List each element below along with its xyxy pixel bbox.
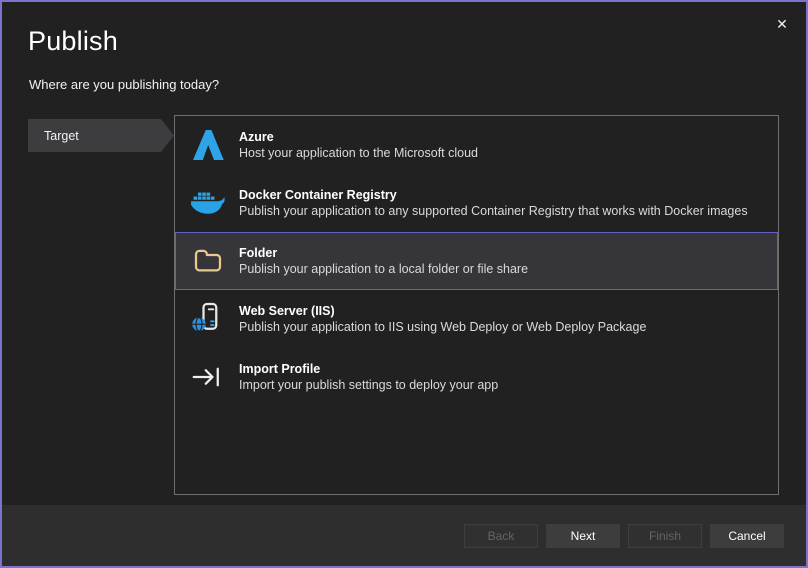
sidebar-item-target[interactable]: Target (28, 119, 174, 152)
target-option-title: Web Server (IIS) (239, 303, 646, 319)
target-option-title: Import Profile (239, 361, 498, 377)
close-icon[interactable]: ✕ (770, 12, 794, 36)
finish-button[interactable]: Finish (628, 524, 702, 548)
target-option-folder[interactable]: Folder Publish your application to a loc… (175, 232, 778, 290)
target-option-description: Publish your application to any supporte… (239, 203, 748, 219)
back-button[interactable]: Back (464, 524, 538, 548)
sidebar-item-label: Target (44, 129, 79, 143)
publish-dialog: ✕ Publish Where are you publishing today… (0, 0, 808, 568)
target-option-docker[interactable]: Docker Container Registry Publish your a… (175, 174, 778, 232)
target-option-import-profile[interactable]: Import Profile Import your publish setti… (175, 348, 778, 406)
target-option-description: Publish your application to a local fold… (239, 261, 528, 277)
target-option-title: Azure (239, 129, 478, 145)
next-button[interactable]: Next (546, 524, 620, 548)
page-title: Publish (28, 26, 118, 57)
target-option-description: Host your application to the Microsoft c… (239, 145, 478, 161)
docker-icon (189, 184, 227, 222)
dialog-footer: Back Next Finish Cancel (2, 505, 806, 566)
target-option-title: Docker Container Registry (239, 187, 748, 203)
target-option-web-server[interactable]: Web Server (IIS) Publish your applicatio… (175, 290, 778, 348)
azure-icon (189, 126, 227, 164)
page-subtitle: Where are you publishing today? (29, 77, 219, 92)
cancel-button[interactable]: Cancel (710, 524, 784, 548)
import-profile-icon (189, 358, 227, 396)
target-option-description: Publish your application to IIS using We… (239, 319, 646, 335)
target-option-title: Folder (239, 245, 528, 261)
target-option-azure[interactable]: Azure Host your application to the Micro… (175, 116, 778, 174)
folder-icon (189, 242, 227, 280)
target-option-description: Import your publish settings to deploy y… (239, 377, 498, 393)
web-server-icon (189, 300, 227, 338)
publish-target-list: Azure Host your application to the Micro… (174, 115, 779, 495)
